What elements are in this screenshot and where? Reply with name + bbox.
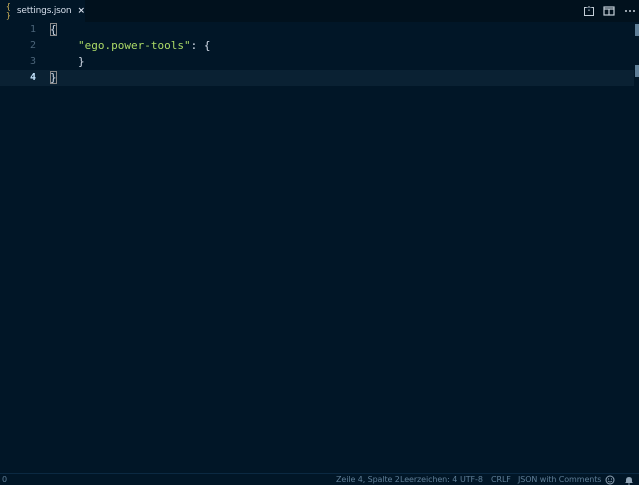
close-icon[interactable]: × bbox=[77, 6, 85, 16]
scrollbar-marker bbox=[635, 24, 639, 36]
json-key: "ego.power-tools" bbox=[78, 39, 191, 52]
json-file-icon: { } bbox=[6, 2, 11, 20]
matching-bracket: } bbox=[50, 71, 57, 84]
open-changes-icon[interactable] bbox=[583, 5, 595, 17]
scrollbar-marker bbox=[635, 65, 639, 77]
code-editor[interactable]: 1 2 3 4 { "ego.power-tools": { } } bbox=[0, 22, 639, 473]
json-punctuation: : { bbox=[190, 39, 211, 52]
tab-bar: { } settings.json × bbox=[0, 0, 639, 22]
status-problems-count[interactable]: 0 bbox=[2, 475, 7, 484]
tab-label: settings.json bbox=[16, 6, 72, 16]
split-editor-icon[interactable] bbox=[603, 5, 615, 17]
status-language-mode[interactable]: JSON with Comments bbox=[518, 475, 601, 484]
smiley-icon[interactable] bbox=[605, 475, 615, 485]
line-number: 3 bbox=[29, 56, 36, 67]
code-line-2[interactable]: "ego.power-tools": { bbox=[78, 38, 210, 54]
status-encoding[interactable]: UTF-8 bbox=[460, 475, 483, 484]
code-line-1[interactable]: { bbox=[50, 22, 57, 38]
json-punctuation: } bbox=[78, 55, 85, 68]
more-actions-icon[interactable] bbox=[624, 5, 636, 17]
tab-settings-json[interactable]: { } settings.json × bbox=[0, 0, 85, 22]
line-number: 2 bbox=[29, 40, 36, 51]
code-line-4[interactable]: } bbox=[50, 70, 57, 86]
status-line-endings[interactable]: CRLF bbox=[491, 475, 511, 484]
vertical-scrollbar[interactable] bbox=[634, 22, 639, 473]
status-cursor-position[interactable]: Zeile 4, Spalte 2 bbox=[336, 475, 400, 484]
bell-icon[interactable] bbox=[624, 475, 634, 485]
status-indentation[interactable]: Leerzeichen: 4 bbox=[400, 475, 457, 484]
current-line-highlight bbox=[0, 70, 634, 86]
status-bar: 0 Zeile 4, Spalte 2 Leerzeichen: 4 UTF-8… bbox=[0, 473, 639, 485]
line-number-active: 4 bbox=[29, 72, 36, 83]
matching-bracket: { bbox=[50, 23, 57, 36]
line-number: 1 bbox=[29, 24, 36, 35]
code-line-3[interactable]: } bbox=[78, 54, 85, 70]
